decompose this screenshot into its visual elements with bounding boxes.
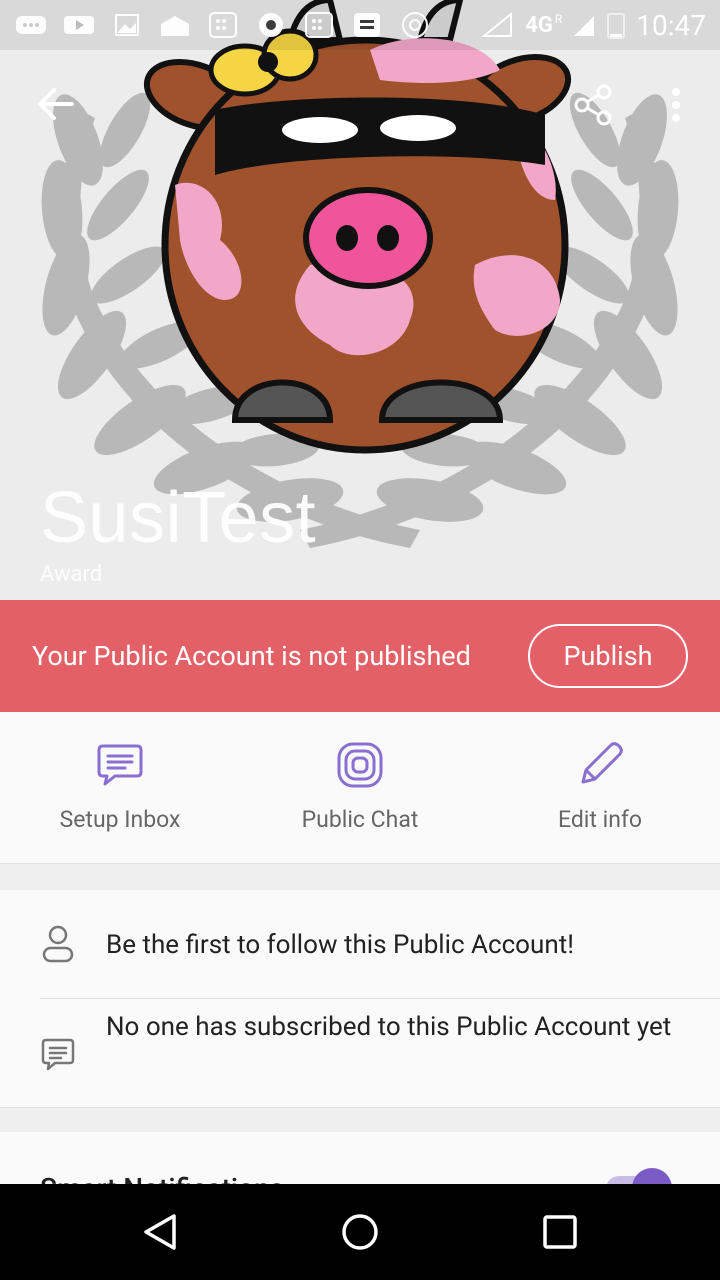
nav-home-icon[interactable] [340, 1212, 380, 1252]
status-bar: 4G R 10:47 [0, 0, 720, 50]
chrome-icon [402, 12, 428, 38]
public-chat-button[interactable]: Public Chat [240, 712, 480, 864]
roaming-indicator: R [554, 12, 563, 26]
system-nav-bar [0, 1184, 720, 1280]
app-grid-icon [354, 13, 380, 37]
smart-notifications-row[interactable]: Smart Notifications [0, 1132, 720, 1192]
app-grid-icon [209, 12, 237, 38]
app-bar [0, 64, 720, 144]
account-header: SusiTest Award [40, 478, 316, 587]
action-row: Setup Inbox Public Chat Edit info [0, 712, 720, 864]
screen: 4G R 10:47 SusiTest Award Your Public Ac… [0, 0, 720, 1280]
unpublished-banner: Your Public Account is not published Pub… [0, 600, 720, 712]
chat-bubble-icon [16, 16, 46, 34]
edit-info-label: Edit info [557, 806, 643, 833]
clock: 10:47 [636, 8, 706, 42]
followers-text: Be the first to follow this Public Accou… [106, 930, 574, 960]
subscribers-text: No one has subscribed to this Public Acc… [106, 1012, 672, 1042]
app-grid-icon [305, 12, 333, 38]
subscribers-row: No one has subscribed to this Public Acc… [0, 998, 720, 1108]
section-gap [0, 1108, 720, 1132]
unpublished-message: Your Public Account is not published [32, 640, 471, 672]
network-type: 4G [525, 12, 553, 38]
publish-button[interactable]: Publish [528, 624, 688, 688]
more-vert-icon[interactable] [660, 82, 692, 128]
youtube-icon [64, 16, 94, 34]
setup-inbox-button[interactable]: Setup Inbox [0, 712, 240, 864]
chat-lines-icon [97, 744, 143, 786]
setup-inbox-label: Setup Inbox [59, 806, 181, 833]
nav-back-icon[interactable] [140, 1212, 180, 1252]
public-chat-icon [337, 742, 383, 788]
account-name: SusiTest [40, 478, 317, 558]
pencil-icon [581, 742, 623, 784]
chat-lines-icon [41, 1038, 75, 1071]
person-icon [42, 925, 74, 963]
edit-info-button[interactable]: Edit info [480, 712, 720, 864]
mail-open-icon [161, 16, 189, 36]
image-icon [115, 14, 139, 36]
chrome-icon [259, 13, 283, 37]
signal-strength-icon [574, 16, 595, 36]
cover-image: 4G R 10:47 SusiTest Award [0, 0, 720, 600]
nav-recents-icon[interactable] [540, 1212, 580, 1252]
section-gap [0, 864, 720, 890]
followers-row: Be the first to follow this Public Accou… [0, 890, 720, 998]
account-category: Award [40, 562, 103, 587]
public-chat-label: Public Chat [301, 806, 419, 833]
arrow-back-icon[interactable] [34, 82, 78, 126]
signal-icon [481, 12, 513, 37]
battery-icon [607, 13, 626, 39]
share-icon[interactable] [570, 82, 616, 128]
account-stats: Be the first to follow this Public Accou… [0, 890, 720, 1108]
